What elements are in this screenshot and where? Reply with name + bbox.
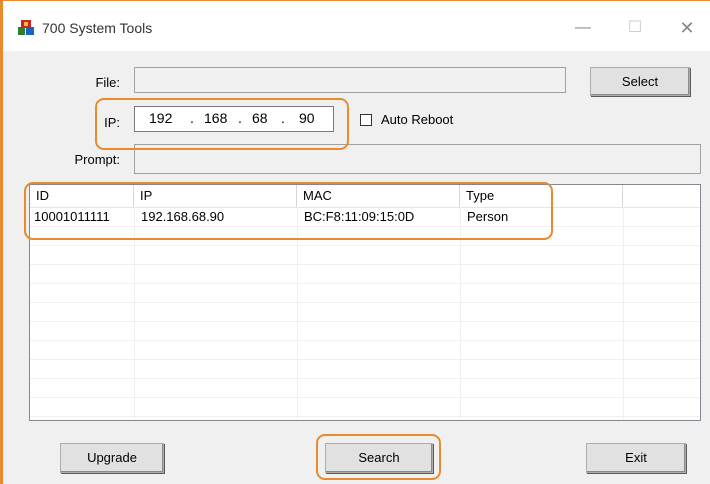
main-window: 700 System Tools — ☐ ✕ File: Select IP: … <box>0 0 710 484</box>
ip-separator: . <box>238 110 242 126</box>
ip-separator: . <box>190 110 194 126</box>
column-header-type[interactable]: Type <box>460 185 623 207</box>
cell-id: 10001011111 <box>34 209 110 224</box>
column-header-id[interactable]: ID <box>30 185 134 207</box>
table-row-empty <box>30 360 700 379</box>
file-label: File: <box>95 75 120 90</box>
table-row-empty <box>30 341 700 360</box>
table-row[interactable]: 10001011111 192.168.68.90 BC:F8:11:09:15… <box>30 208 700 227</box>
exit-button[interactable]: Exit <box>586 443 686 473</box>
prompt-label: Prompt: <box>74 152 120 167</box>
ip-separator: . <box>281 110 285 126</box>
cell-mac: BC:F8:11:09:15:0D <box>304 209 415 224</box>
ip-octet-2[interactable]: 168 <box>204 110 227 126</box>
table-row-empty <box>30 265 700 284</box>
ip-octet-1[interactable]: 192 <box>149 110 172 126</box>
ip-octet-3[interactable]: 68 <box>252 110 268 126</box>
maximize-button[interactable]: ☐ <box>615 15 655 41</box>
minimize-button[interactable]: — <box>563 15 603 41</box>
table-row-empty <box>30 303 700 322</box>
table-row-empty <box>30 246 700 265</box>
prompt-field <box>134 144 701 174</box>
table-row-empty <box>30 322 700 341</box>
app-icon <box>18 20 34 35</box>
table-row-empty <box>30 379 700 398</box>
ip-address-input[interactable]: 192 . 168 . 68 . 90 <box>134 106 334 132</box>
column-header-ip[interactable]: IP <box>134 185 297 207</box>
column-header-mac[interactable]: MAC <box>297 185 460 207</box>
close-button[interactable]: ✕ <box>667 15 707 41</box>
file-path-field[interactable] <box>134 67 566 93</box>
column-header-empty <box>623 185 700 207</box>
table-row-empty <box>30 227 700 246</box>
select-button[interactable]: Select <box>590 67 690 96</box>
upgrade-button[interactable]: Upgrade <box>60 443 164 473</box>
ip-label: IP: <box>104 115 120 130</box>
device-list-table[interactable]: ID IP MAC Type 10001011111 192.168.68.90… <box>29 184 701 421</box>
table-row-empty <box>30 284 700 303</box>
search-button[interactable]: Search <box>325 443 433 473</box>
window-title: 700 System Tools <box>42 20 153 36</box>
ip-octet-4[interactable]: 90 <box>299 110 315 126</box>
auto-reboot-label[interactable]: Auto Reboot <box>381 112 453 127</box>
auto-reboot-checkbox[interactable] <box>360 114 372 126</box>
cell-ip: 192.168.68.90 <box>141 209 225 224</box>
table-header: ID IP MAC Type <box>30 185 700 208</box>
title-bar: 700 System Tools — ☐ ✕ <box>3 1 710 51</box>
table-row-empty <box>30 398 700 417</box>
cell-type: Person <box>467 209 509 224</box>
